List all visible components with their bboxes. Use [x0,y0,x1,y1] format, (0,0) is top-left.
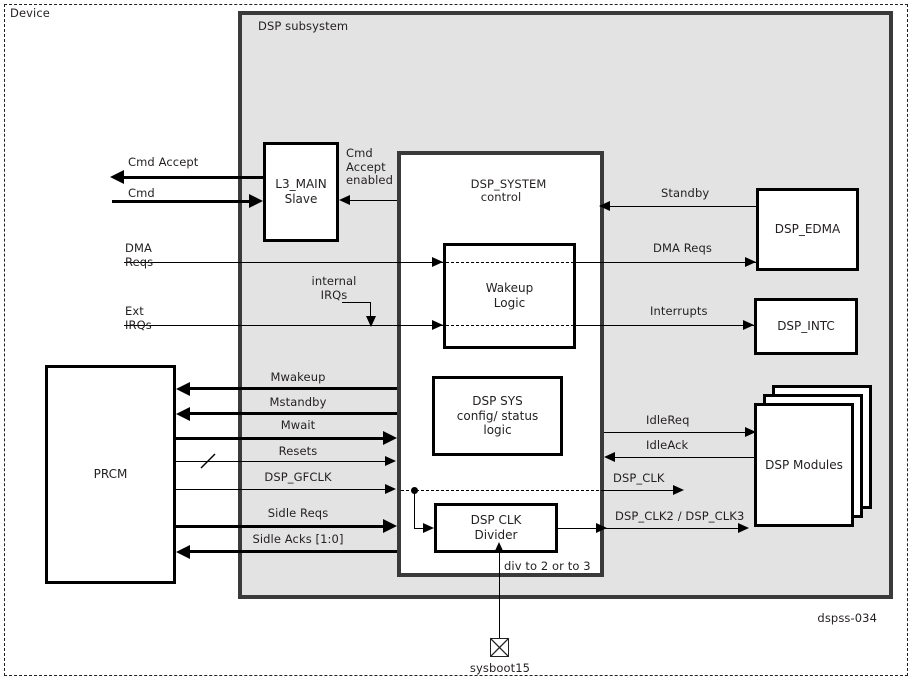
dsp-edma-label: DSP_EDMA [774,222,841,237]
div-note-label: div to 2 or to 3 [504,559,591,573]
signal-label-mstandby: Mstandby [269,395,327,409]
signal-label-dma-reqs-in: DMA Reqs [125,241,154,269]
arrowhead-ext-irqs [432,320,443,330]
signal-line-cmd-accept-enabled [349,200,397,201]
dashed-passthrough-irq [446,325,574,326]
dashed-dsp-clk-rail [401,490,604,491]
block-dsp-edma: DSP_EDMA [756,188,859,271]
dsp-system-control-text: DSP_SYSTEM control [470,176,547,205]
arrowhead-mwakeup [176,382,190,396]
signal-label-dsp-gfclk: DSP_GFCLK [264,470,332,484]
signal-line-clk-branch-v [414,490,415,528]
signal-line-ext-irqs [124,325,443,326]
signal-line-dma-reqs-out [574,262,756,263]
sysboot15-label: sysboot15 [469,661,531,675]
arrowhead-idlereq [745,427,756,437]
signal-line-mwait [176,437,385,440]
signal-line-sidle-reqs [176,525,385,528]
block-l3-main-slave: L3_MAIN Slave [263,142,339,242]
arrowhead-interrupts [743,320,754,330]
signal-line-mstandby [188,412,397,415]
arrowhead-sidle-acks [176,545,190,559]
wakeup-logic-label: Wakeup Logic [485,281,534,310]
sysboot15-pin-icon [490,638,509,657]
signal-label-cmd-accept: Cmd Accept [128,155,199,169]
figure-id-label: dspss-034 [817,611,877,625]
arrowhead-resets [385,456,396,466]
signal-line-dsp-gfclk [176,489,389,490]
arrowhead-mstandby [176,407,190,421]
l3-main-slave-label: L3_MAIN Slave [275,177,327,206]
bus-slash-icon [200,453,216,469]
dsp-modules-label: DSP Modules [765,458,843,472]
arrowhead-sidle-reqs [383,519,397,533]
arrowhead-cmd-accept [110,170,124,184]
signal-line-cmd-accept [122,176,263,179]
signal-label-ext-irqs: Ext IRQs [125,304,152,332]
dsp-intc-label: DSP_INTC [777,319,835,334]
signal-label-sidle-acks: Sidle Acks [1:0] [252,532,344,546]
dsp-subsystem-label: DSP subsystem [258,19,349,33]
arrowhead-dma-reqs-out [745,257,756,267]
dashed-passthrough-dma [446,262,574,263]
arrowhead-dsp-clk-out [673,485,684,495]
signal-line-idleack [614,457,756,458]
signal-label-dsp-clk23: DSP_CLK2 / DSP_CLK3 [615,509,745,523]
prcm-label: PRCM [93,467,128,482]
signal-line-dsp-clk-out [604,490,681,491]
signal-label-sidle-reqs: Sidle Reqs [267,506,329,520]
signal-line-mwakeup [188,387,397,390]
arrowhead-sysboot15-into-divider [494,542,504,553]
block-dsp-modules: DSP Modules [754,385,872,527]
block-wakeup-logic: Wakeup Logic [443,243,576,349]
signal-label-dma-reqs-out: DMA Reqs [653,241,712,255]
arrowhead-dsp-clk23-out [738,523,749,533]
arrowhead-dsp-gfclk [385,484,396,494]
signal-line-dma-reqs-in [124,262,443,263]
arrowhead-dma-reqs-in [432,257,443,267]
signal-line-internal-irqs-h [342,302,371,303]
device-label: Device [10,6,50,20]
signal-label-cmd: Cmd [128,186,155,200]
arrowhead-clk-into-divider [423,523,434,533]
signal-label-dsp-clk: DSP_CLK [613,471,665,485]
signal-label-resets: Resets [278,444,318,458]
arrowhead-standby [599,201,610,211]
block-prcm: PRCM [45,365,176,584]
signal-label-idleack: IdleAck [646,438,689,452]
signal-line-sidle-acks [188,550,397,553]
signal-line-idlereq [604,432,756,433]
diagram-canvas: Device DSP subsystem DSP_SYSTEM control … [0,0,914,682]
signal-label-idlereq: IdleReq [646,413,690,427]
arrowhead-idleack [604,452,615,462]
arrowhead-cmd [249,194,263,208]
arrowhead-dsp-clk23-boundary [596,523,607,533]
signal-label-internal-irqs: internal IRQs [311,274,357,302]
signal-label-cmd-accept-enabled: Cmd Accept enabled [346,146,393,188]
arrowhead-mwait [383,431,397,445]
dsp-system-control-label: DSP_SYSTEM control [441,164,561,218]
block-dsp-intc: DSP_INTC [754,298,858,355]
signal-label-mwakeup: Mwakeup [270,370,326,384]
signal-line-interrupts [574,325,754,326]
arrowhead-cmd-accept-enabled [339,195,350,205]
block-dsp-sys-config-status-logic: DSP SYS config/ status logic [432,376,563,456]
signal-line-standby [609,206,756,207]
dsp-clk-divider-label: DSP CLK Divider [470,513,522,542]
signal-label-mwait: Mwait [280,418,316,432]
signal-line-sysboot15 [499,553,500,647]
signal-line-dsp-clk23-out [558,528,746,529]
signal-label-standby: Standby [661,186,710,200]
dsp-sys-config-label: DSP SYS config/ status logic [456,394,539,438]
dsp-modules-sheet-front: DSP Modules [754,403,854,527]
signal-label-interrupts: Interrupts [650,304,708,318]
